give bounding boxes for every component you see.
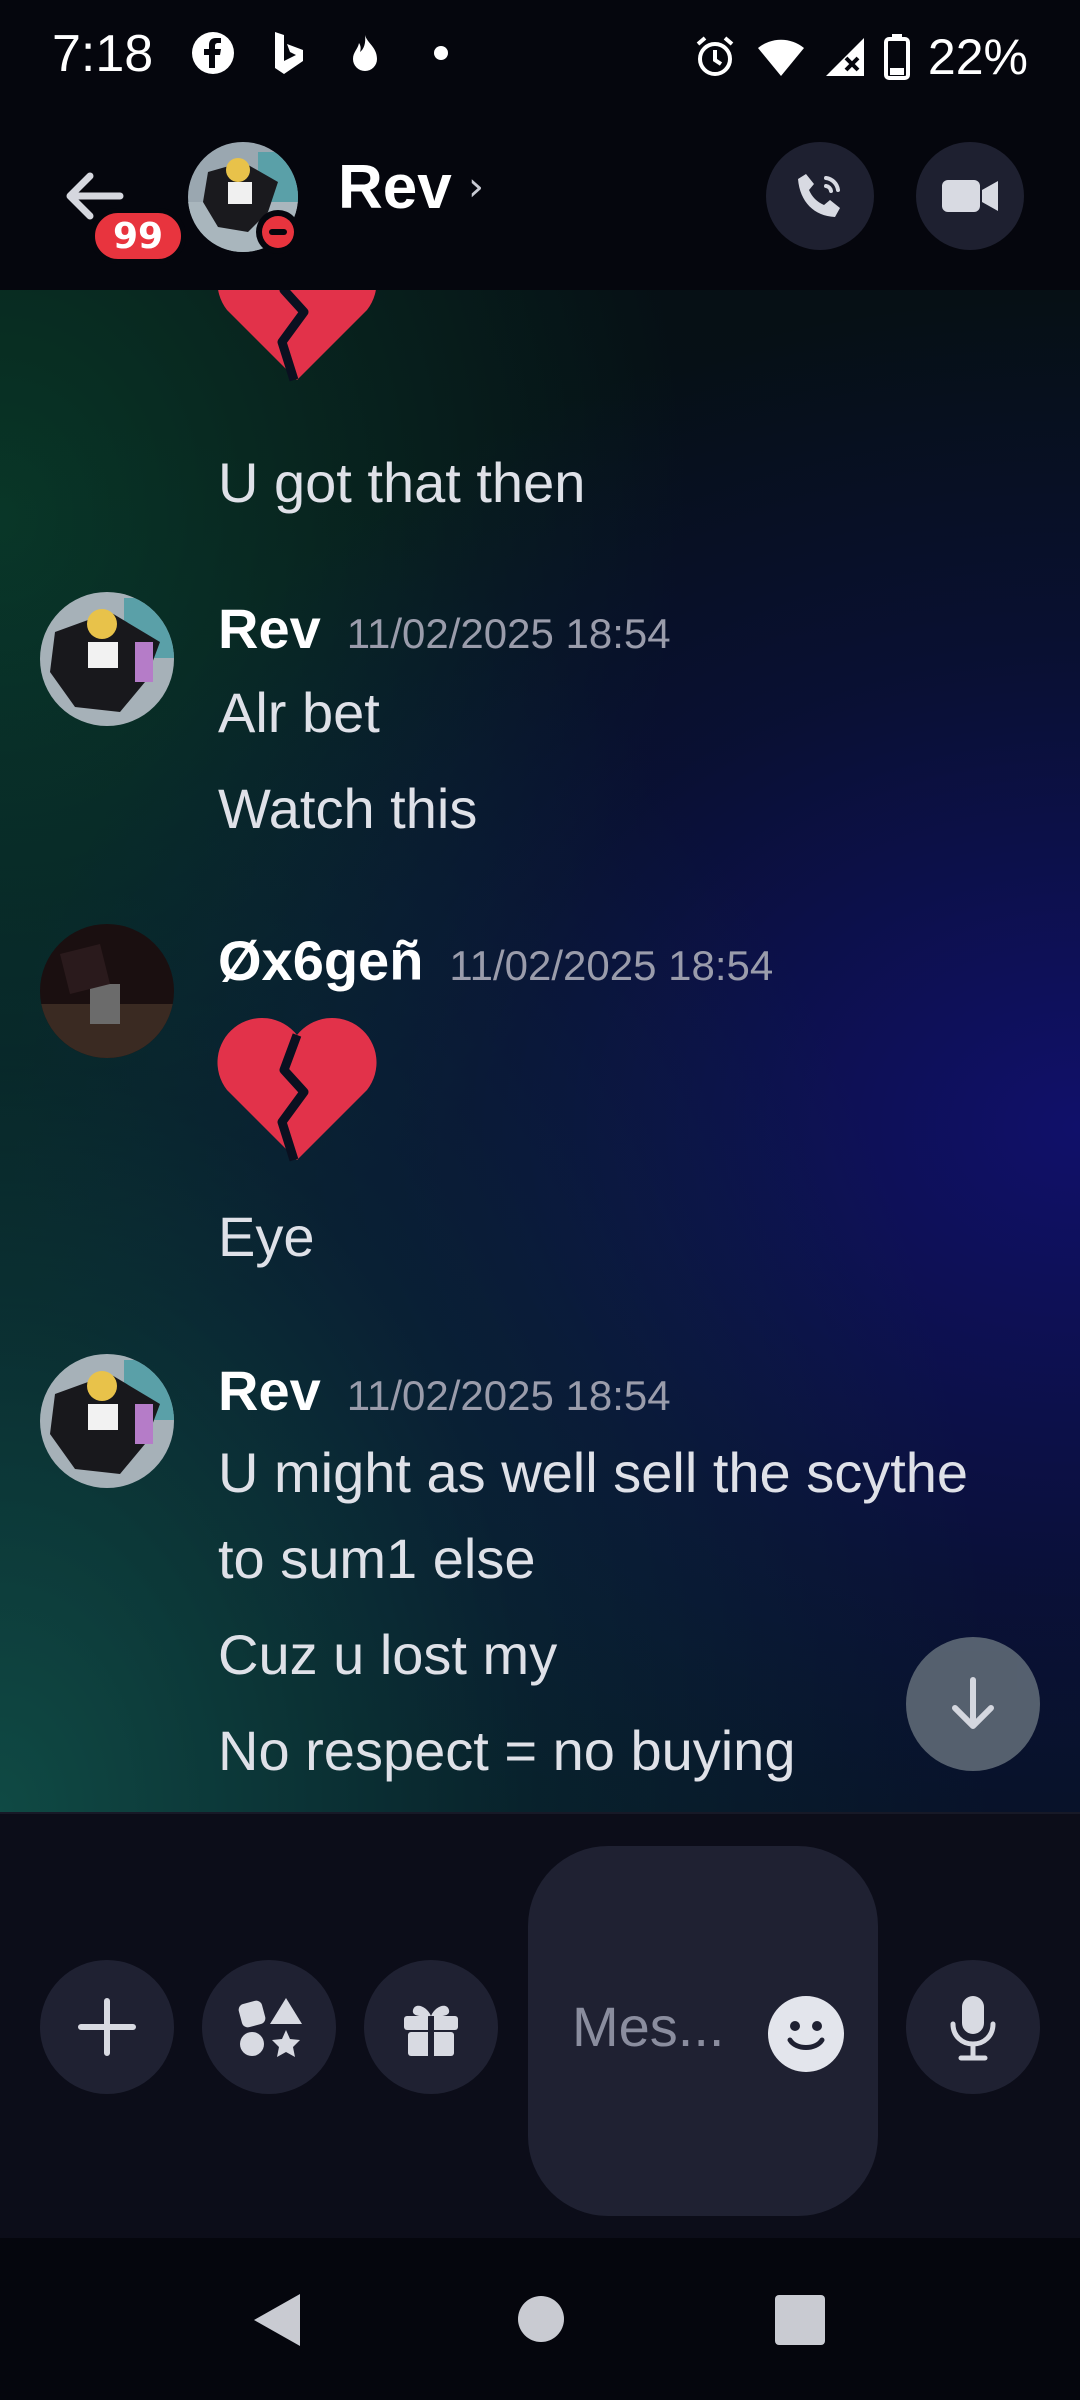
video-camera-icon [942, 180, 998, 212]
author-name[interactable]: Rev [218, 1359, 321, 1422]
author-name[interactable]: Øx6geñ [218, 929, 423, 992]
voice-message-button[interactable] [906, 1960, 1040, 2094]
message-text: Eye [218, 1205, 315, 1268]
battery-icon [883, 34, 910, 80]
message-text: Watch this [218, 777, 478, 840]
recents-nav-icon[interactable] [774, 2294, 826, 2346]
battery-percentage: 22% [927, 29, 1028, 85]
flame-icon [342, 30, 388, 76]
dot-icon [418, 30, 464, 76]
message-list[interactable]: U got that then Rev 11/02/2025 18:54 Alr … [0, 290, 1080, 1812]
broken-heart-emoji [218, 290, 376, 382]
signal-icon [825, 38, 864, 76]
jump-to-bottom-button[interactable] [906, 1637, 1040, 1771]
message-text: U got that then [218, 451, 586, 514]
unread-badge: 99 [90, 208, 186, 264]
message-composer: Mes... [0, 1812, 1080, 2240]
notification-icons [190, 30, 464, 76]
author-name[interactable]: Rev [218, 597, 321, 660]
plus-icon [78, 1998, 136, 2056]
gift-button[interactable] [364, 1960, 498, 2094]
message-text: Cuz u lost my [218, 1623, 558, 1686]
gift-icon [404, 2005, 458, 2056]
add-attachment-button[interactable] [40, 1960, 174, 2094]
message-timestamp: 11/02/2025 18:54 [449, 942, 774, 989]
message-input[interactable]: Mes... [528, 1846, 878, 2216]
message-author: Rev 11/02/2025 18:54 [218, 596, 671, 661]
home-nav-icon[interactable] [516, 2294, 566, 2344]
system-icons: 22% [692, 28, 1028, 86]
chevron-right-icon[interactable]: › [468, 164, 484, 210]
facebook-icon [190, 30, 236, 76]
bing-icon [266, 30, 312, 76]
smiley-icon [787, 2021, 825, 2050]
message-text: U might as well sell the scythe [218, 1441, 969, 1504]
back-nav-icon[interactable] [250, 2290, 304, 2350]
voice-call-button[interactable] [766, 142, 874, 250]
wifi-icon [757, 39, 804, 76]
broken-heart-emoji [217, 1017, 377, 1162]
message-author: Rev 11/02/2025 18:54 [218, 1358, 671, 1423]
mic-icon [950, 1996, 996, 2061]
message-timestamp: 11/02/2025 18:54 [346, 610, 671, 657]
apps-icon [238, 1998, 302, 2057]
avatar[interactable] [40, 592, 174, 726]
contact-name[interactable]: Rev [338, 152, 452, 223]
phone-icon [798, 174, 840, 217]
video-call-button[interactable] [916, 142, 1024, 250]
message-text: Alr bet [218, 681, 380, 744]
message-author: Øx6geñ 11/02/2025 18:54 [218, 928, 773, 993]
status-bar: 7:18 22% [0, 0, 1080, 120]
alarm-icon [696, 36, 734, 76]
status-time: 7:18 [52, 25, 154, 83]
message-text: to sum1 else [218, 1527, 536, 1590]
arrow-down-icon [952, 1677, 994, 1729]
avatar[interactable] [40, 924, 174, 1058]
dnd-status-indicator [256, 210, 300, 254]
apps-button[interactable] [202, 1960, 336, 2094]
emoji-picker-button[interactable] [768, 1996, 844, 2072]
chat-header: 99 Rev › [0, 120, 1080, 292]
avatar[interactable] [40, 1354, 174, 1488]
system-navigation-bar [0, 2238, 1080, 2400]
message-timestamp: 11/02/2025 18:54 [346, 1372, 671, 1419]
message-text: No respect = no buying [218, 1719, 796, 1782]
message-input-placeholder: Mes... [572, 1995, 725, 2058]
